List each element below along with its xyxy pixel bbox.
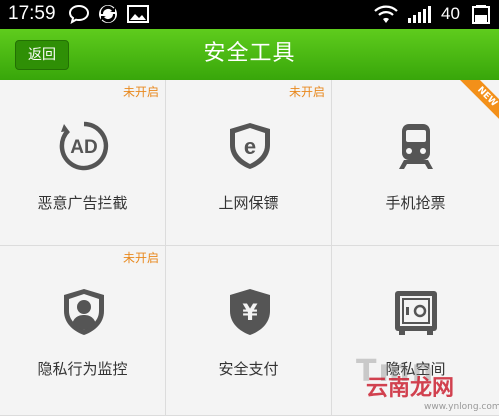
browser-shield-icon: e [230, 123, 270, 169]
signal-icon [408, 6, 431, 23]
tool-ticket[interactable]: NEW 手机抢票 [332, 80, 499, 246]
tool-privacy-monitor[interactable]: 未开启 隐私行为监控 [0, 246, 166, 416]
svg-text:¥: ¥ [242, 301, 258, 326]
page-title: 安全工具 [203, 41, 296, 66]
secure-pay-icon: ¥ [230, 289, 270, 335]
status-bar: 17:59 40 [0, 0, 499, 29]
image-icon [127, 5, 149, 23]
status-badge: 未开启 [288, 85, 325, 99]
watermark-url: www.ynlong.com [424, 402, 499, 412]
battery-icon [472, 5, 490, 24]
ad-block-icon: AD [59, 121, 109, 171]
svg-text:AD: AD [70, 137, 97, 158]
train-icon [399, 124, 433, 169]
tool-label: 安全支付 [218, 360, 279, 378]
wifi-icon [374, 5, 398, 23]
svg-text:e: e [244, 134, 256, 159]
watermark-logo: 云南龙网 [366, 376, 455, 401]
tool-label: 隐私行为监控 [37, 360, 128, 378]
safe-box-icon [395, 291, 437, 335]
battery-level: 40 [441, 4, 460, 23]
tool-label: 上网保镖 [218, 194, 279, 212]
tool-browser-guard[interactable]: 未开启 e 上网保镖 [166, 80, 332, 246]
tool-ad-block[interactable]: 未开启 AD 恶意广告拦截 [0, 80, 166, 246]
new-badge: NEW [457, 80, 499, 124]
privacy-monitor-icon [64, 289, 104, 335]
new-ribbon: NEW [456, 80, 499, 124]
tool-label: 恶意广告拦截 [37, 194, 128, 212]
status-time: 17:59 [8, 3, 56, 24]
title-bar: 返回 安全工具 [0, 29, 499, 80]
watermark: Tmn 云南龙网 www.ynlong.com [354, 350, 499, 416]
tool-label: 手机抢票 [385, 194, 446, 212]
status-badge: 未开启 [122, 85, 159, 99]
sync-icon [99, 5, 117, 23]
status-badge: 未开启 [122, 251, 159, 265]
tool-secure-pay[interactable]: ¥ 安全支付 [166, 246, 332, 416]
chat-bubble-icon [68, 4, 90, 24]
